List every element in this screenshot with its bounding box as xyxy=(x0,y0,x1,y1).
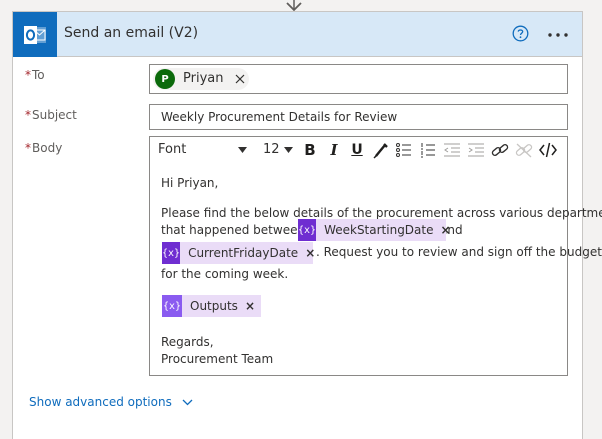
font-size-dropdown[interactable]: 12 xyxy=(262,140,298,160)
paragraph-line-4: for the coming week. xyxy=(161,267,289,281)
numbered-list-icon[interactable] xyxy=(418,141,438,159)
token-label: CurrentFridayDate xyxy=(188,246,299,260)
subject-input[interactable]: Weekly Procurement Details for Review xyxy=(149,104,568,130)
expression-icon: {x} xyxy=(298,219,317,241)
to-label: *To xyxy=(25,68,45,82)
dynamic-token-current-friday-date[interactable]: {x} CurrentFridayDate × xyxy=(162,242,315,264)
dynamic-token-week-starting-date[interactable]: {x} WeekStartingDate × xyxy=(298,219,451,241)
rich-text-toolbar: Font 12 B I U xyxy=(150,137,567,163)
outlook-icon xyxy=(13,12,57,57)
action-header[interactable]: Send an email (V2) xyxy=(13,12,582,57)
expression-icon: {x} xyxy=(162,242,181,264)
subject-label: *Subject xyxy=(25,108,77,122)
bold-button[interactable]: B xyxy=(300,141,320,159)
greeting-text: Hi Priyan, xyxy=(161,176,219,190)
chevron-down-icon xyxy=(284,147,293,153)
body-editor[interactable]: Font 12 B I U Hi Priyan, Please find the… xyxy=(149,136,602,376)
question-circle-icon[interactable] xyxy=(512,25,529,42)
remove-token-button[interactable]: × xyxy=(434,223,457,237)
chevron-down-icon xyxy=(238,147,247,153)
body-label-text: Body xyxy=(32,141,63,155)
required-asterisk: * xyxy=(25,141,31,155)
remove-token-button[interactable]: × xyxy=(298,246,321,260)
underline-button[interactable]: U xyxy=(347,141,367,159)
recipient-name: Priyan xyxy=(183,71,224,86)
decrease-indent-icon[interactable] xyxy=(442,141,462,159)
show-advanced-options-link[interactable]: Show advanced options xyxy=(29,395,193,409)
to-label-text: To xyxy=(32,68,45,82)
dynamic-token-outputs[interactable]: {x} Outputs × xyxy=(162,295,261,317)
unlink-icon[interactable] xyxy=(514,141,534,159)
body-label: *Body xyxy=(25,141,62,155)
remove-token-button[interactable]: × xyxy=(238,299,261,313)
to-field[interactable]: P Priyan xyxy=(149,64,568,94)
paragraph-line-2: that happened between xyxy=(161,223,306,237)
avatar: P xyxy=(155,69,175,89)
action-title: Send an email (V2) xyxy=(64,25,199,41)
expression-icon: {x} xyxy=(162,295,182,317)
advanced-options-label: Show advanced options xyxy=(29,395,172,409)
ellipsis-icon[interactable] xyxy=(547,32,569,38)
paragraph-line-3: . Request you to review and sign off the… xyxy=(316,245,602,259)
font-dropdown-label: Font xyxy=(158,142,187,157)
remove-recipient-icon[interactable] xyxy=(235,74,245,84)
subject-label-text: Subject xyxy=(32,108,77,122)
font-size-label: 12 xyxy=(263,142,280,157)
code-view-icon[interactable] xyxy=(538,141,558,159)
required-asterisk: * xyxy=(25,68,31,82)
closing-regards: Regards, xyxy=(161,335,214,349)
chevron-down-icon xyxy=(182,399,193,405)
increase-indent-icon[interactable] xyxy=(466,141,486,159)
link-icon[interactable] xyxy=(490,141,510,159)
font-dropdown[interactable]: Font xyxy=(156,140,252,160)
subject-value: Weekly Procurement Details for Review xyxy=(161,110,398,124)
bulleted-list-icon[interactable] xyxy=(394,141,414,159)
font-color-icon[interactable] xyxy=(371,141,391,159)
token-label: WeekStartingDate xyxy=(324,223,434,237)
token-label: Outputs xyxy=(190,299,238,313)
required-asterisk: * xyxy=(25,108,31,122)
send-email-action-card: Send an email (V2) *To P Priyan *Subject xyxy=(12,11,602,439)
recipient-chip[interactable]: P Priyan xyxy=(153,68,249,90)
italic-button[interactable]: I xyxy=(324,141,344,159)
closing-signature: Procurement Team xyxy=(161,352,274,366)
